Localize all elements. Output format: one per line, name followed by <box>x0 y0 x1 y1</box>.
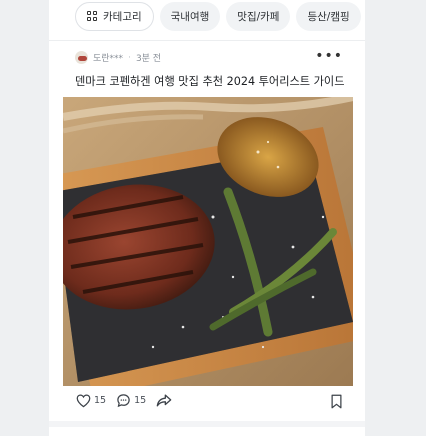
more-options-icon[interactable]: ••• <box>315 49 343 63</box>
chip-label: 등산/캠핑 <box>307 11 350 23</box>
feed-card: 카테고리 국내여행 맛집/카페 등산/캠핑 도란*** · 3분 전 ••• 덴… <box>49 0 365 436</box>
chip-label: 카테고리 <box>103 11 142 23</box>
divider <box>49 40 365 41</box>
separator-dot: · <box>128 52 131 63</box>
bookmark-button[interactable] <box>330 394 343 413</box>
chip-restaurant-cafe[interactable]: 맛집/카페 <box>226 2 291 31</box>
chip-category[interactable]: 카테고리 <box>75 2 154 31</box>
share-button[interactable] <box>156 393 172 408</box>
chip-label: 맛집/카페 <box>237 11 280 23</box>
like-button[interactable]: 15 <box>76 393 107 408</box>
post-author-row[interactable]: 도란*** · 3분 전 <box>75 51 161 64</box>
share-icon <box>156 394 172 407</box>
chip-hiking-camping[interactable]: 등산/캠핑 <box>296 2 361 31</box>
comment-button[interactable]: 15 <box>116 393 146 408</box>
chip-domestic-travel[interactable]: 국내여행 <box>159 2 221 31</box>
bookmark-icon <box>331 394 342 409</box>
avatar[interactable] <box>75 51 88 64</box>
post-photo[interactable] <box>63 97 353 386</box>
comment-icon <box>117 394 130 408</box>
post-actions: 15 15 <box>76 393 172 408</box>
grid-icon <box>87 11 98 22</box>
like-count: 15 <box>94 395 107 406</box>
chip-label: 국내여행 <box>170 11 210 23</box>
comment-count: 15 <box>134 395 147 406</box>
post-time: 3분 전 <box>135 54 162 64</box>
heart-icon <box>76 393 91 407</box>
category-chips: 카테고리 국내여행 맛집/카페 등산/캠핑 <box>75 2 365 32</box>
post-title[interactable]: 덴마크 코펜하겐 여행 맛집 추천 2024 투어리스트 가이드 <box>75 73 345 89</box>
author-name[interactable]: 도란*** <box>93 51 123 64</box>
steak-photo-illustration <box>63 97 353 386</box>
divider <box>49 421 365 427</box>
